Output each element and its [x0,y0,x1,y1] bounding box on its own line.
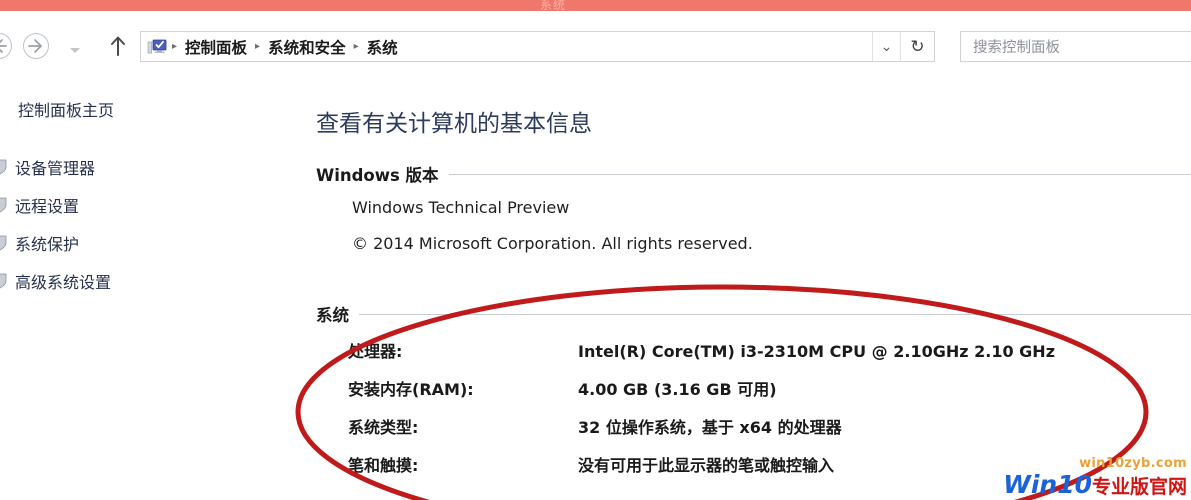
chevron-down-icon: ⌄ [880,38,893,54]
address-dropdown-button[interactable]: ⌄ [872,32,900,61]
windows-edition-details: Windows Technical Preview © 2014 Microso… [352,198,753,270]
address-bar[interactable]: ▸ 控制面板 ▸ 系统和安全 ▸ 系统 ⌄ ↻ [140,31,935,62]
sidebar: 控制面板主页 设备管理器 远程设置 系统保护 高级系统设置 [0,80,300,500]
breadcrumb-separator-0: ▸ [172,41,178,52]
breadcrumb-item-system[interactable]: 系统 [362,36,403,58]
sidebar-item-label: 系统保护 [15,235,80,254]
section-label: 系统 [316,306,349,325]
spec-value-pen-and-touch: 没有可用于此显示器的笔或触控输入 [578,456,835,475]
system-spec-table: 处理器: Intel(R) Core(TM) i3-2310M CPU @ 2.… [300,338,1191,490]
spec-label-processor: 处理器: [348,342,403,361]
spec-value-installed-memory: 4.00 GB (3.16 GB 可用) [578,380,777,399]
sidebar-item-label: 远程设置 [15,197,80,216]
sidebar-item-device-manager[interactable]: 设备管理器 [0,148,300,186]
sidebar-item-remote-settings[interactable]: 远程设置 [0,186,300,224]
sidebar-item-label: 高级系统设置 [15,273,112,292]
navigation-bar: ▸ 控制面板 ▸ 系统和安全 ▸ 系统 ⌄ ↻ 搜索控制面板 [0,11,1191,69]
table-row: 笔和触摸: 没有可用于此显示器的笔或触控输入 [300,452,1191,490]
section-header-windows-edition: Windows 版本 [316,162,1191,186]
arrow-right-circle-icon [24,34,48,58]
shield-icon [0,197,9,213]
spec-label-system-type: 系统类型: [348,418,419,437]
sidebar-item-control-panel-home[interactable]: 控制面板主页 [18,97,114,121]
breadcrumb-separator-1: ▸ [255,41,261,52]
shield-icon [0,273,9,289]
windows-copyright: © 2014 Microsoft Corporation. All rights… [352,234,753,253]
table-row: 系统类型: 32 位操作系统，基于 x64 的处理器 [300,414,1191,452]
section-divider [359,313,1191,315]
shield-icon [0,235,9,251]
spec-label-installed-memory: 安装内存(RAM): [348,380,474,399]
arrow-up-icon [108,36,128,63]
breadcrumb-separator-2: ▸ [353,41,359,52]
refresh-button[interactable]: ↻ [900,32,934,61]
table-row: 处理器: Intel(R) Core(TM) i3-2310M CPU @ 2.… [300,338,1191,376]
breadcrumb: ▸ 控制面板 ▸ 系统和安全 ▸ 系统 [167,36,872,58]
spec-label-pen-and-touch: 笔和触摸: [348,456,419,475]
shield-icon [0,159,9,175]
window-title-bar: 系统 [0,0,1191,11]
search-box[interactable]: 搜索控制面板 [960,31,1191,62]
search-input-placeholder[interactable]: 搜索控制面板 [961,36,1060,57]
sidebar-task-list: 设备管理器 远程设置 系统保护 高级系统设置 [0,148,300,300]
section-header-system: 系统 [316,302,1191,326]
window-title: 系统 [540,0,567,11]
spec-value-processor: Intel(R) Core(TM) i3-2310M CPU @ 2.10GHz… [578,342,1055,361]
windows-edition-name: Windows Technical Preview [352,198,570,217]
table-row: 安装内存(RAM): 4.00 GB (3.16 GB 可用) [300,376,1191,414]
breadcrumb-item-system-and-security[interactable]: 系统和安全 [263,36,351,58]
section-label: Windows 版本 [316,166,439,185]
computer-monitor-icon [147,38,167,56]
back-button[interactable] [0,33,12,59]
main-content: 查看有关计算机的基本信息 Windows 版本 Windows Technica… [300,80,1191,500]
chevron-down-icon [68,42,82,59]
recent-locations-button[interactable] [68,42,82,53]
breadcrumb-item-control-panel[interactable]: 控制面板 [180,36,252,58]
refresh-icon: ↻ [910,36,925,56]
sidebar-item-system-protection[interactable]: 系统保护 [0,224,300,262]
sidebar-item-advanced-system-settings[interactable]: 高级系统设置 [0,262,300,300]
sidebar-item-label: 设备管理器 [15,159,96,178]
section-divider [448,173,1191,175]
page-title: 查看有关计算机的基本信息 [316,111,592,137]
spec-value-system-type: 32 位操作系统，基于 x64 的处理器 [578,418,842,437]
up-one-level-button[interactable] [108,33,128,59]
forward-button[interactable] [23,33,49,59]
arrow-left-circle-icon [0,34,11,58]
